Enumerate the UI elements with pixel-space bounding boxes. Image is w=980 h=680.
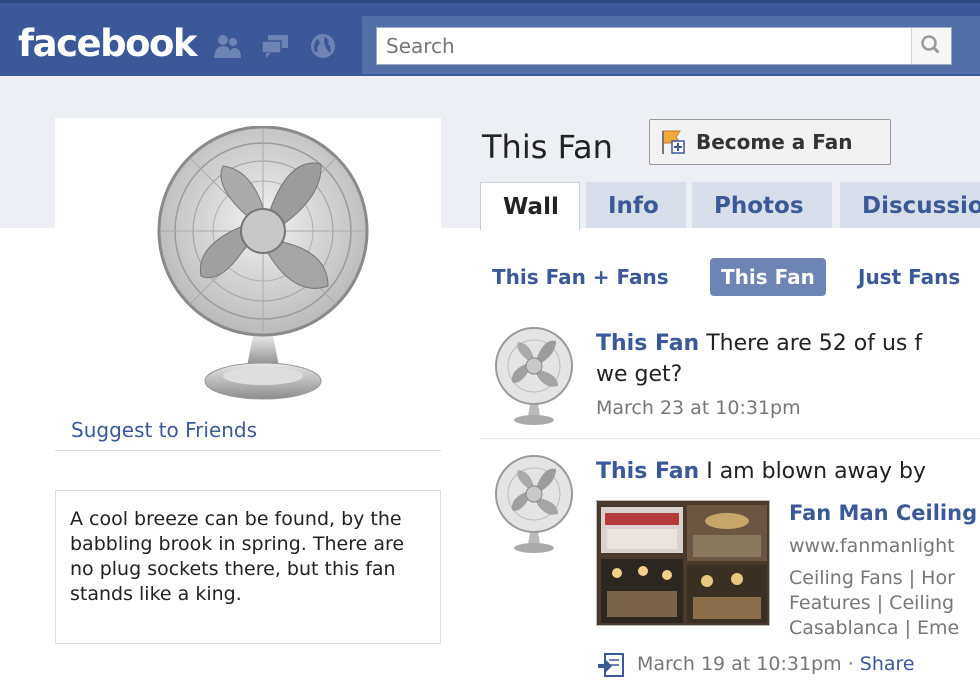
post-author-avatar[interactable] bbox=[492, 326, 576, 426]
post-text: There are 52 of us f bbox=[706, 331, 923, 356]
post-timestamp[interactable]: March 23 at 10:31pm bbox=[596, 397, 801, 419]
profile-picture-card: Suggest to Friends bbox=[55, 118, 441, 450]
attachment-desc-line: Ceiling Fans | Hor bbox=[789, 567, 955, 589]
search-magnifier-icon bbox=[921, 35, 940, 54]
post-author-avatar[interactable] bbox=[492, 454, 576, 554]
page-bio: A cool breeze can be found, by the babbl… bbox=[55, 490, 441, 644]
tab-wall[interactable]: Wall bbox=[480, 182, 580, 230]
shared-link-icon bbox=[598, 653, 624, 677]
facebook-logo[interactable]: facebook bbox=[18, 22, 198, 66]
tab-photos[interactable]: Photos bbox=[692, 182, 832, 228]
top-bar: facebook bbox=[0, 0, 980, 76]
attachment-desc-line: Casablanca | Eme bbox=[789, 617, 960, 639]
filter-this-fan[interactable]: This Fan bbox=[710, 258, 826, 296]
share-link[interactable]: Share bbox=[860, 653, 915, 675]
link-attachment-description: Ceiling Fans | Hor Features | Ceiling Ca… bbox=[789, 566, 959, 641]
search-button[interactable] bbox=[911, 28, 951, 64]
wall-post: This Fan There are 52 of us f we get? Ma… bbox=[480, 322, 980, 434]
become-a-fan-button[interactable]: Become a Fan bbox=[649, 119, 891, 165]
notifications-globe-icon[interactable] bbox=[308, 33, 338, 59]
friends-icon[interactable] bbox=[212, 33, 242, 59]
tab-discussions[interactable]: Discussio bbox=[840, 182, 980, 228]
top-bar-edge bbox=[0, 0, 980, 3]
link-attachment-title[interactable]: Fan Man Ceiling bbox=[789, 501, 977, 525]
tab-info[interactable]: Info bbox=[586, 182, 686, 228]
page-title: This Fan bbox=[482, 128, 613, 166]
fan-page-icon bbox=[662, 130, 685, 154]
post-text-continued: we get? bbox=[596, 362, 683, 387]
search-input[interactable] bbox=[377, 28, 911, 64]
divider bbox=[55, 450, 441, 451]
messages-icon[interactable] bbox=[260, 33, 290, 59]
post-author-link[interactable]: This Fan bbox=[596, 331, 699, 356]
link-attachment-url: www.fanmanlight bbox=[789, 535, 955, 557]
post-author-link[interactable]: This Fan bbox=[596, 459, 699, 484]
filter-this-fan-plus-fans[interactable]: This Fan + Fans bbox=[492, 258, 669, 296]
attachment-desc-line: Features | Ceiling bbox=[789, 592, 955, 614]
filter-just-fans[interactable]: Just Fans bbox=[858, 258, 960, 296]
post-line: This Fan There are 52 of us f bbox=[596, 328, 922, 359]
separator-dot: · bbox=[847, 653, 854, 675]
become-a-fan-label: Become a Fan bbox=[696, 130, 853, 154]
store-photo bbox=[597, 501, 769, 625]
post-meta: March 19 at 10:31pm · Share bbox=[637, 653, 915, 675]
search-box bbox=[376, 27, 952, 65]
post-line: This Fan I am blown away by bbox=[596, 456, 926, 487]
post-text: I am blown away by bbox=[706, 459, 927, 484]
post-timestamp[interactable]: March 19 at 10:31pm bbox=[637, 653, 842, 675]
link-attachment-thumbnail[interactable] bbox=[596, 500, 770, 626]
post-divider bbox=[480, 438, 980, 439]
profile-picture[interactable] bbox=[153, 126, 373, 406]
suggest-to-friends-link[interactable]: Suggest to Friends bbox=[71, 418, 257, 442]
